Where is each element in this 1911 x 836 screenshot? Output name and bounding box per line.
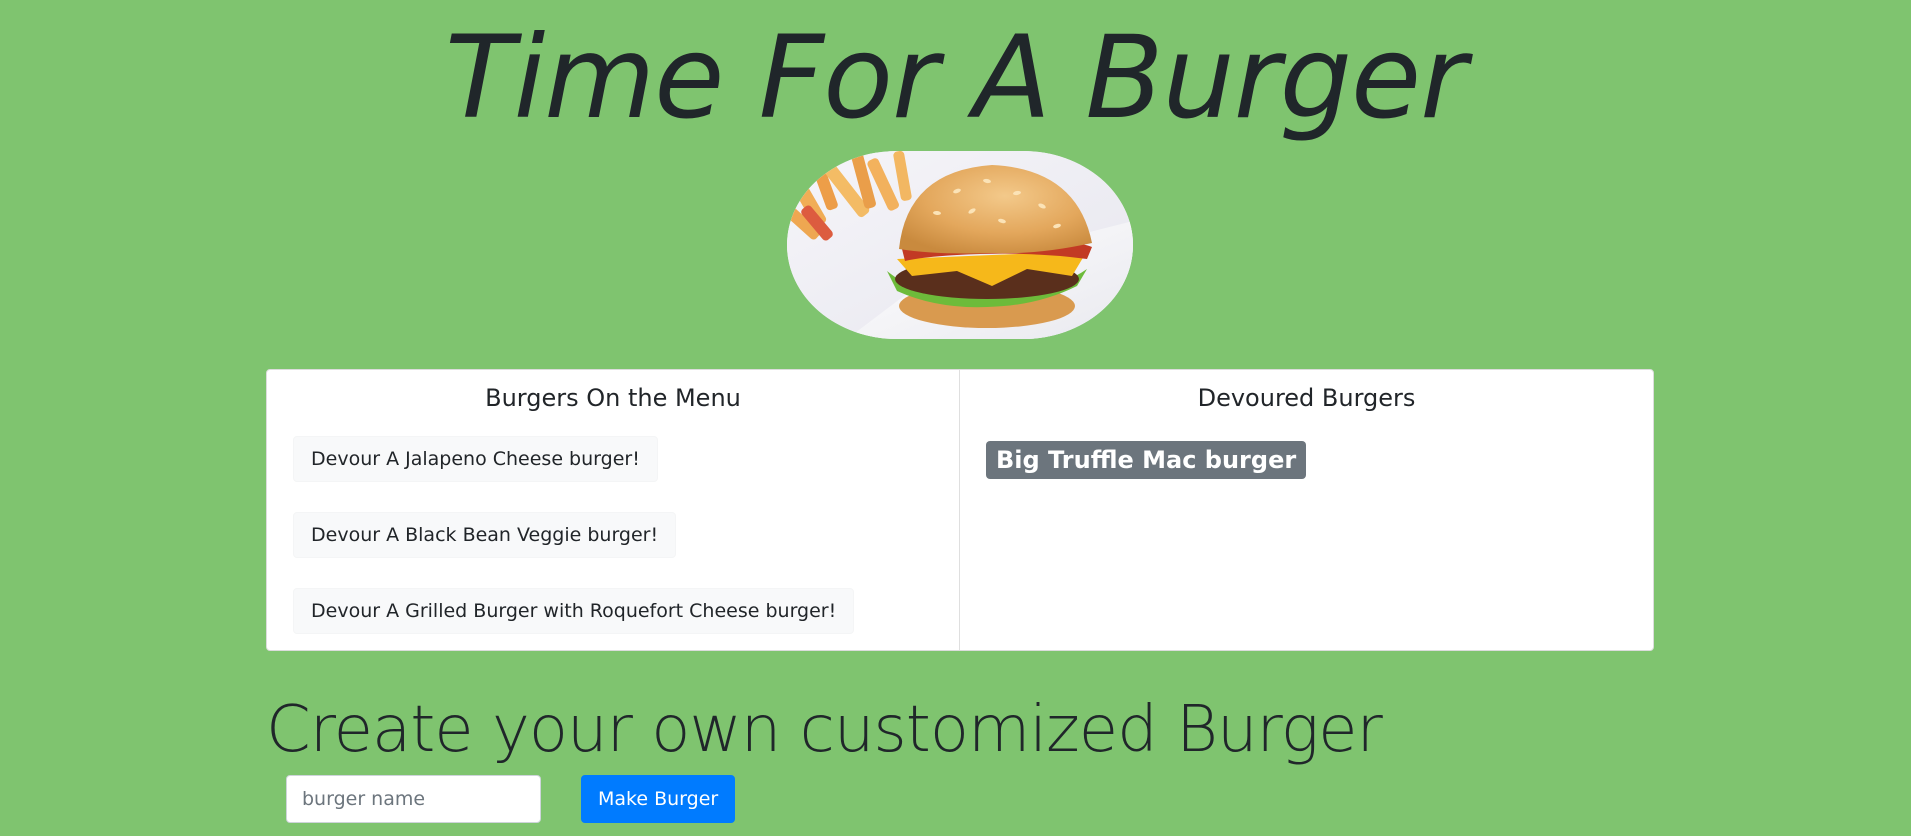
- devour-button-grilled-roquefort[interactable]: Devour A Grilled Burger with Roquefort C…: [293, 588, 855, 634]
- devoured-title: Devoured Burgers: [1197, 384, 1416, 412]
- menu-title: Burgers On the Menu: [485, 384, 741, 412]
- devoured-column: Devoured Burgers Big Truffle Mac burger: [960, 370, 1653, 650]
- menu-column: Burgers On the Menu Devour A Jalapeno Ch…: [267, 370, 960, 650]
- burger-name-input[interactable]: [286, 775, 541, 823]
- devour-button-jalapeno-cheese[interactable]: Devour A Jalapeno Cheese burger!: [293, 436, 658, 482]
- devoured-badge: Big Truffle Mac burger: [986, 441, 1307, 479]
- devour-button-black-bean-veggie[interactable]: Devour A Black Bean Veggie burger!: [293, 512, 677, 558]
- page-title: Time For A Burger: [444, 11, 1467, 144]
- create-heading: Create your own customized Burger: [266, 693, 1383, 767]
- burger-image: [787, 151, 1133, 339]
- burger-panel: Burgers On the Menu Devour A Jalapeno Ch…: [266, 369, 1654, 651]
- make-burger-button[interactable]: Make Burger: [581, 775, 736, 823]
